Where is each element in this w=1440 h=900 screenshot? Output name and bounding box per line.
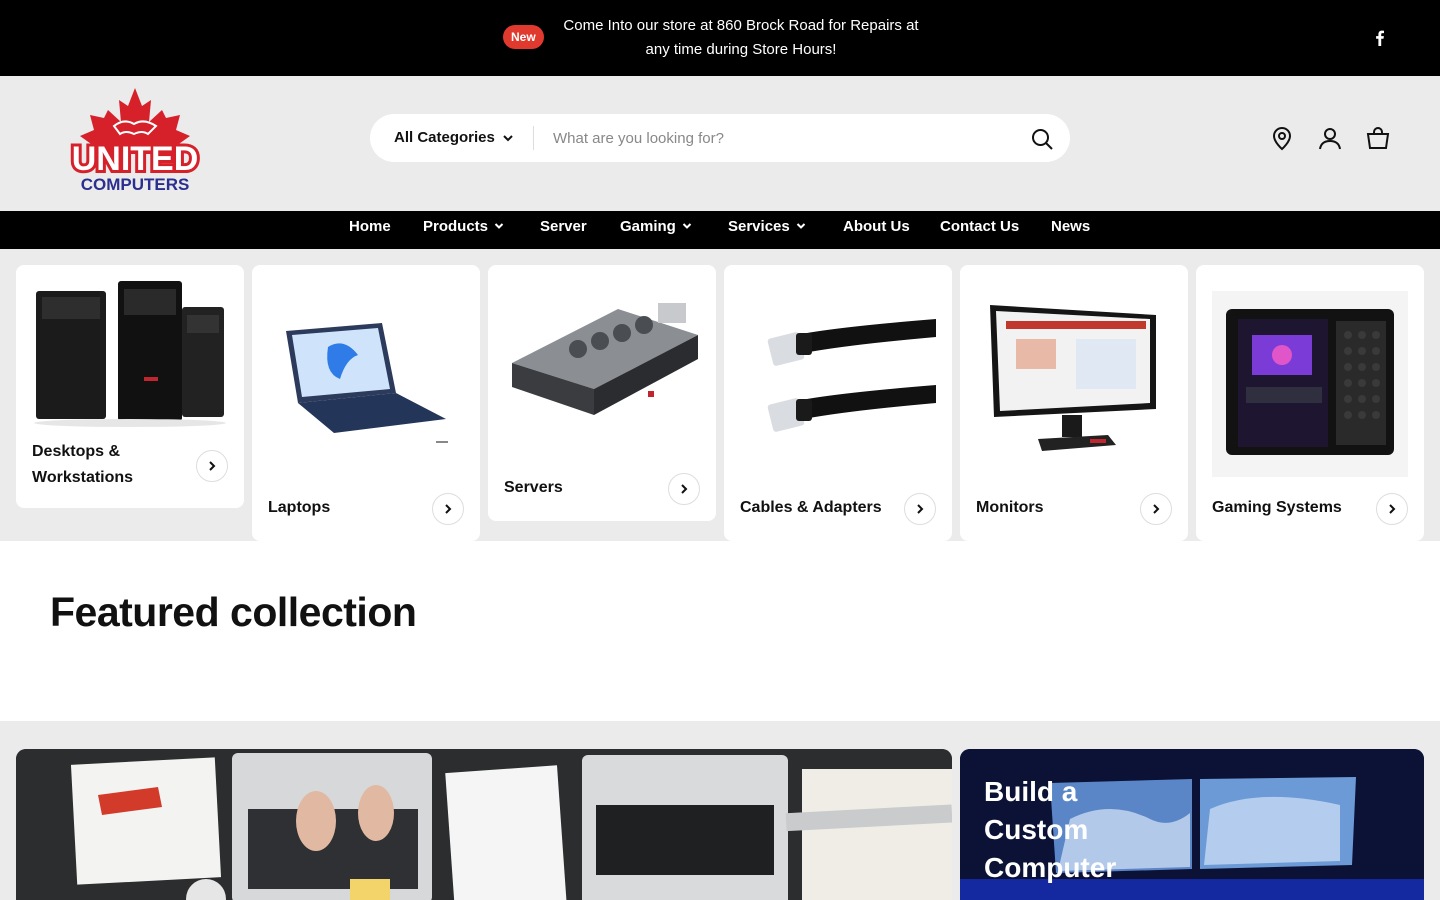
united-computers-logo[interactable]: UNITED COMPUTERS [50,84,220,194]
category-card-laptops[interactable]: Laptops [252,265,480,541]
nav-services-label: Services [728,218,790,235]
logo-line-1: UNITED [72,140,199,178]
category-label: Servers [504,479,563,496]
category-label: Gaming Systems [1212,499,1342,516]
nav-news-label: News [1051,218,1091,235]
nav-server-label: Server [540,218,587,235]
nav-products[interactable]: Products [423,211,504,249]
nav-about-us[interactable]: About Us [843,211,910,249]
category-label: Monitors [976,499,1044,516]
category-card-gaming[interactable]: Gaming Systems [1196,265,1424,541]
featured-section: Featured collection [0,541,1440,721]
category-dropdown[interactable]: All Categories [394,114,495,162]
chevron-right-icon[interactable] [432,493,464,525]
office-desk-banner[interactable] [16,749,952,900]
announcement-message[interactable]: Come Into our store at 860 Brock Road fo… [560,14,922,62]
ethernet-cable-image [767,319,936,432]
new-badge: New [503,25,544,49]
chevron-down-icon [494,223,504,229]
category-card-cables[interactable]: Cables & Adapters [724,265,952,541]
chevron-right-icon[interactable] [1140,493,1172,525]
nav-products-label: Products [423,218,489,235]
category-strip: Desktops & Workstations Laptops Servers [0,249,1440,541]
monitor-image [990,305,1156,451]
facebook-icon[interactable] [1370,28,1390,48]
chevron-down-icon [682,223,692,229]
nav-home-label: Home [349,218,391,235]
search-icon[interactable] [1030,127,1054,151]
nav-home[interactable]: Home [349,211,391,249]
search-bar: All Categories [370,114,1070,162]
logo-line-2: COMPUTERS [81,175,190,194]
map-pin-icon[interactable] [1269,125,1295,151]
nav-server[interactable]: Server [540,211,587,249]
category-card-monitors[interactable]: Monitors [960,265,1188,541]
chevron-down-icon[interactable] [502,132,514,144]
chevron-down-icon [796,223,805,229]
user-icon[interactable] [1317,125,1343,151]
gaming-pc-image [1212,291,1408,477]
announcement-bar: New Come Into our store at 860 Brock Roa… [0,0,1440,76]
nav-gaming-label: Gaming [620,218,676,235]
shopping-bag-icon[interactable] [1365,125,1391,151]
category-label: Desktops & Workstations [32,443,134,486]
search-input[interactable] [553,122,993,154]
category-label: Cables & Adapters [740,499,882,516]
server-image [512,303,698,415]
nav-contact-us[interactable]: Contact Us [940,211,1019,249]
chevron-right-icon[interactable] [668,473,700,505]
category-label: Laptops [268,499,331,516]
main-nav: Home Products Server Gaming Services Abo… [0,211,1440,249]
chevron-right-icon[interactable] [1376,493,1408,525]
nav-about-label: About Us [843,218,910,235]
chevron-right-icon[interactable] [904,493,936,525]
desk-photo-image [16,749,952,900]
category-card-servers[interactable]: Servers [488,265,716,521]
custom-pc-banner[interactable]: Build a Custom Computer [960,749,1424,900]
nav-services[interactable]: Services [728,211,806,249]
desktop-towers-image [34,281,226,427]
featured-title: Featured collection [50,589,417,635]
promo-section: Build a Custom Computer [0,721,1440,900]
category-card-desktops[interactable]: Desktops & Workstations [16,265,244,508]
laptop-image [286,323,448,443]
promo-title: Build a Custom Computer [984,776,1117,883]
nav-contact-label: Contact Us [940,218,1020,235]
chevron-right-icon[interactable] [196,450,228,482]
search-divider [533,126,534,150]
nav-news[interactable]: News [1051,211,1090,249]
nav-gaming[interactable]: Gaming [620,211,692,249]
site-header: UNITED COMPUTERS All Categories [0,76,1440,211]
